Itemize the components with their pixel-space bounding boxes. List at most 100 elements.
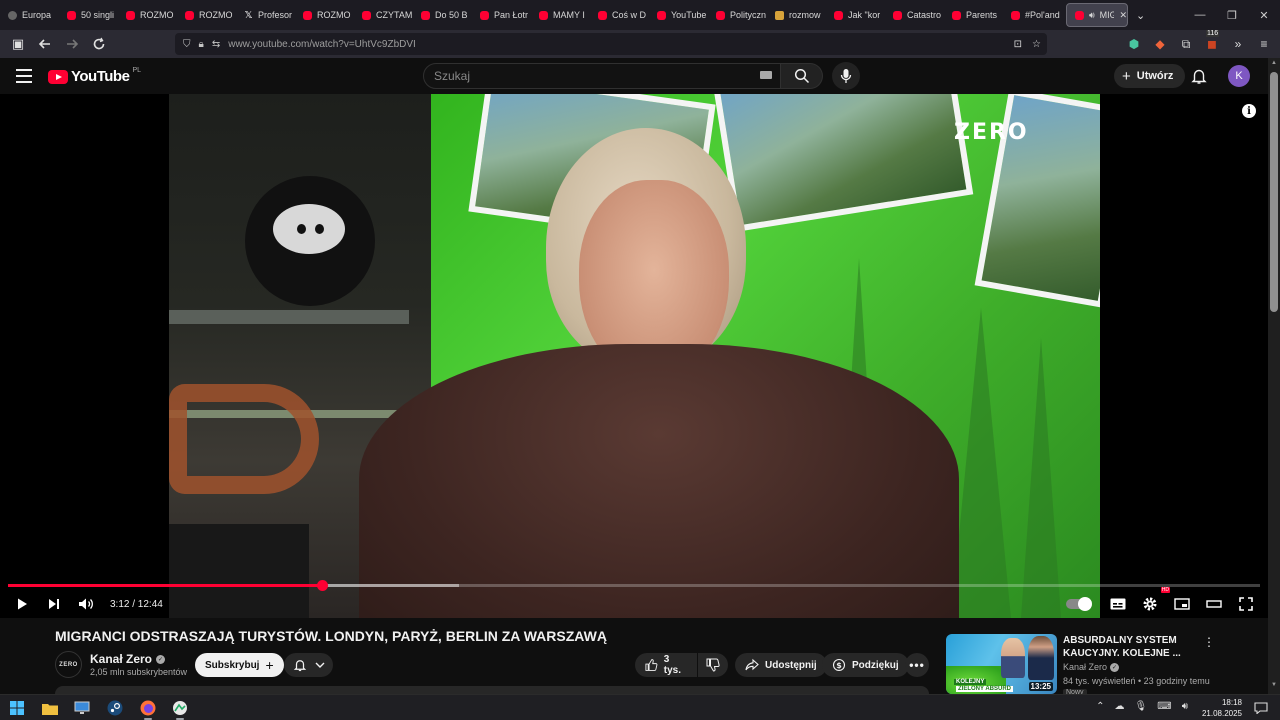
- maximize-button[interactable]: ❐: [1216, 0, 1248, 30]
- dislike-button[interactable]: [698, 653, 728, 677]
- more-actions-button[interactable]: •••: [905, 653, 929, 677]
- info-icon[interactable]: i: [1242, 104, 1256, 118]
- browser-tab[interactable]: ROZMO: [295, 0, 354, 30]
- subscribe-button[interactable]: Subskrybuj +: [195, 653, 284, 677]
- browser-tab[interactable]: ROZMO: [118, 0, 177, 30]
- voice-search-button[interactable]: [832, 62, 860, 90]
- video-player[interactable]: ZERO i 3:12 / 12:44 HD: [0, 94, 1268, 618]
- recommendation-channel[interactable]: Kanał Zero: [1063, 662, 1107, 672]
- account-avatar[interactable]: K: [1228, 65, 1250, 87]
- browser-tab[interactable]: #Pol'and: [1003, 0, 1062, 30]
- notification-center-icon[interactable]: [1254, 701, 1268, 715]
- like-button[interactable]: 3 tys.: [635, 653, 697, 677]
- browser-tab[interactable]: Pan Łotr: [472, 0, 531, 30]
- windows-start-icon[interactable]: [9, 700, 25, 716]
- tab-list-chevron-icon[interactable]: ⌄: [1136, 9, 1145, 22]
- guide-menu-icon[interactable]: [16, 69, 32, 83]
- notification-bell-button[interactable]: [284, 653, 333, 677]
- ublock-icon[interactable]: ◼ 116: [1204, 30, 1220, 52]
- browser-tab[interactable]: Parents: [944, 0, 1003, 30]
- recommendation-channel-row[interactable]: Kanał Zero ✓: [1063, 662, 1120, 672]
- browser-tab[interactable]: Europa: [0, 0, 59, 30]
- tracking-shield-icon[interactable]: ⛉: [183, 39, 191, 50]
- notifications-button[interactable]: [1190, 67, 1208, 85]
- browser-tab[interactable]: MAMY I: [531, 0, 590, 30]
- browser-tab[interactable]: 50 singli: [59, 0, 118, 30]
- steam-icon[interactable]: [107, 700, 123, 716]
- theater-mode-button[interactable]: [1198, 590, 1230, 618]
- miniplayer-button[interactable]: [1166, 590, 1198, 618]
- page-scrollbar[interactable]: ▲ ▼: [1268, 58, 1280, 694]
- thanks-button[interactable]: $ Podziękuj: [822, 653, 909, 677]
- back-button[interactable]: [33, 32, 57, 56]
- progress-bar[interactable]: [8, 580, 1260, 591]
- browser-tab[interactable]: ROZMO: [177, 0, 236, 30]
- forward-button[interactable]: [60, 32, 84, 56]
- channel-name[interactable]: Kanał Zero: [90, 652, 152, 666]
- reader-view-icon[interactable]: ⊡: [1014, 39, 1022, 50]
- channel-name-row[interactable]: Kanał Zero ✓: [90, 652, 166, 666]
- remote-desktop-icon[interactable]: [74, 700, 90, 716]
- microphone-icon[interactable]: 🎙︎: [1135, 701, 1148, 712]
- search-input[interactable]: Szukaj: [423, 63, 781, 89]
- browser-tab[interactable]: 𝕏 Profesor: [236, 0, 295, 30]
- onedrive-icon[interactable]: ☁: [1115, 701, 1125, 712]
- browser-tab[interactable]: Coś w D: [590, 0, 649, 30]
- browser-tab[interactable]: Jak "kor: [826, 0, 885, 30]
- permissions-icon[interactable]: ⇆: [212, 39, 220, 50]
- play-button[interactable]: [6, 590, 38, 618]
- autoplay-toggle[interactable]: [1066, 597, 1092, 611]
- recommendation-menu-icon[interactable]: ⋮: [1203, 635, 1215, 649]
- bookmark-star-icon[interactable]: ☆: [1032, 39, 1041, 50]
- extensions-puzzle-icon[interactable]: ⧉: [1178, 36, 1194, 52]
- miniplayer-icon: [1174, 598, 1190, 610]
- lock-icon[interactable]: 🔒︎: [199, 39, 204, 50]
- app-icon[interactable]: [172, 700, 188, 716]
- youtube-logo[interactable]: YouTube PL: [48, 67, 141, 85]
- address-bar[interactable]: ⛉ 🔒︎ ⇆ www.youtube.com/watch?v=UhtVc9ZbD…: [175, 33, 1047, 55]
- firefox-icon[interactable]: [140, 700, 156, 716]
- speaker-icon[interactable]: 🔊︎: [1182, 701, 1188, 712]
- scroll-up-icon[interactable]: ▲: [1268, 60, 1280, 70]
- recommendation-title[interactable]: ABSURDALNY SYSTEM KAUCYJNY. KOLEJNE ...: [1063, 634, 1198, 660]
- browser-tab[interactable]: YouTube: [649, 0, 708, 30]
- menu-icon[interactable]: ≡: [1256, 36, 1272, 52]
- sidebar-toggle-icon[interactable]: ▣: [6, 32, 30, 56]
- browser-tab[interactable]: Polityczn: [708, 0, 767, 30]
- reload-button[interactable]: [87, 32, 111, 56]
- search-button[interactable]: [781, 63, 823, 89]
- recommendation-thumbnail[interactable]: KOLEJNY ZIELONY ABSURD 13:25: [946, 634, 1057, 694]
- subtitles-button[interactable]: [1102, 590, 1134, 618]
- tray-chevron-up-icon[interactable]: ⌃: [1096, 701, 1104, 712]
- extension-shield-icon[interactable]: ⬢: [1126, 36, 1142, 52]
- browser-tab[interactable]: Do 50 B: [413, 0, 472, 30]
- channel-avatar[interactable]: ZERO: [55, 651, 82, 678]
- overflow-chevron-icon[interactable]: »: [1230, 36, 1246, 52]
- share-button[interactable]: Udostępnij: [735, 653, 827, 677]
- close-tab-icon[interactable]: ✕: [1119, 10, 1127, 21]
- browser-tab[interactable]: Catastro: [885, 0, 944, 30]
- browser-tab-label: Do 50 B: [435, 10, 468, 20]
- scrollbar-thumb[interactable]: [1270, 72, 1278, 312]
- description-box[interactable]: [55, 686, 929, 694]
- browser-tab[interactable]: CZYTAM: [354, 0, 413, 30]
- url-text[interactable]: www.youtube.com/watch?v=UhtVc9ZbDVI: [228, 39, 416, 50]
- audio-playing-icon[interactable]: 🔊︎: [1089, 10, 1095, 21]
- scroll-down-icon[interactable]: ▼: [1268, 682, 1280, 692]
- file-explorer-icon[interactable]: [42, 700, 58, 716]
- video-frame[interactable]: ZERO: [169, 94, 1100, 618]
- create-button[interactable]: + Utwórz: [1114, 64, 1186, 88]
- close-window-button[interactable]: ✕: [1248, 0, 1280, 30]
- extension-fox-icon[interactable]: ◆: [1152, 36, 1168, 52]
- minimize-button[interactable]: —: [1184, 0, 1216, 30]
- next-button[interactable]: [38, 590, 70, 618]
- keyboard-icon[interactable]: [760, 71, 772, 79]
- taskbar-clock[interactable]: 18:18 21.08.2025: [1202, 697, 1242, 719]
- browser-tab[interactable]: rozmow: [767, 0, 826, 30]
- volume-button[interactable]: [70, 590, 102, 618]
- network-icon[interactable]: ⌨: [1157, 701, 1171, 712]
- fullscreen-button[interactable]: [1230, 590, 1262, 618]
- settings-button[interactable]: HD: [1134, 587, 1170, 618]
- youtube-icon: [480, 10, 489, 20]
- browser-tab-active[interactable]: 🔊︎ MIG ✕: [1066, 3, 1128, 27]
